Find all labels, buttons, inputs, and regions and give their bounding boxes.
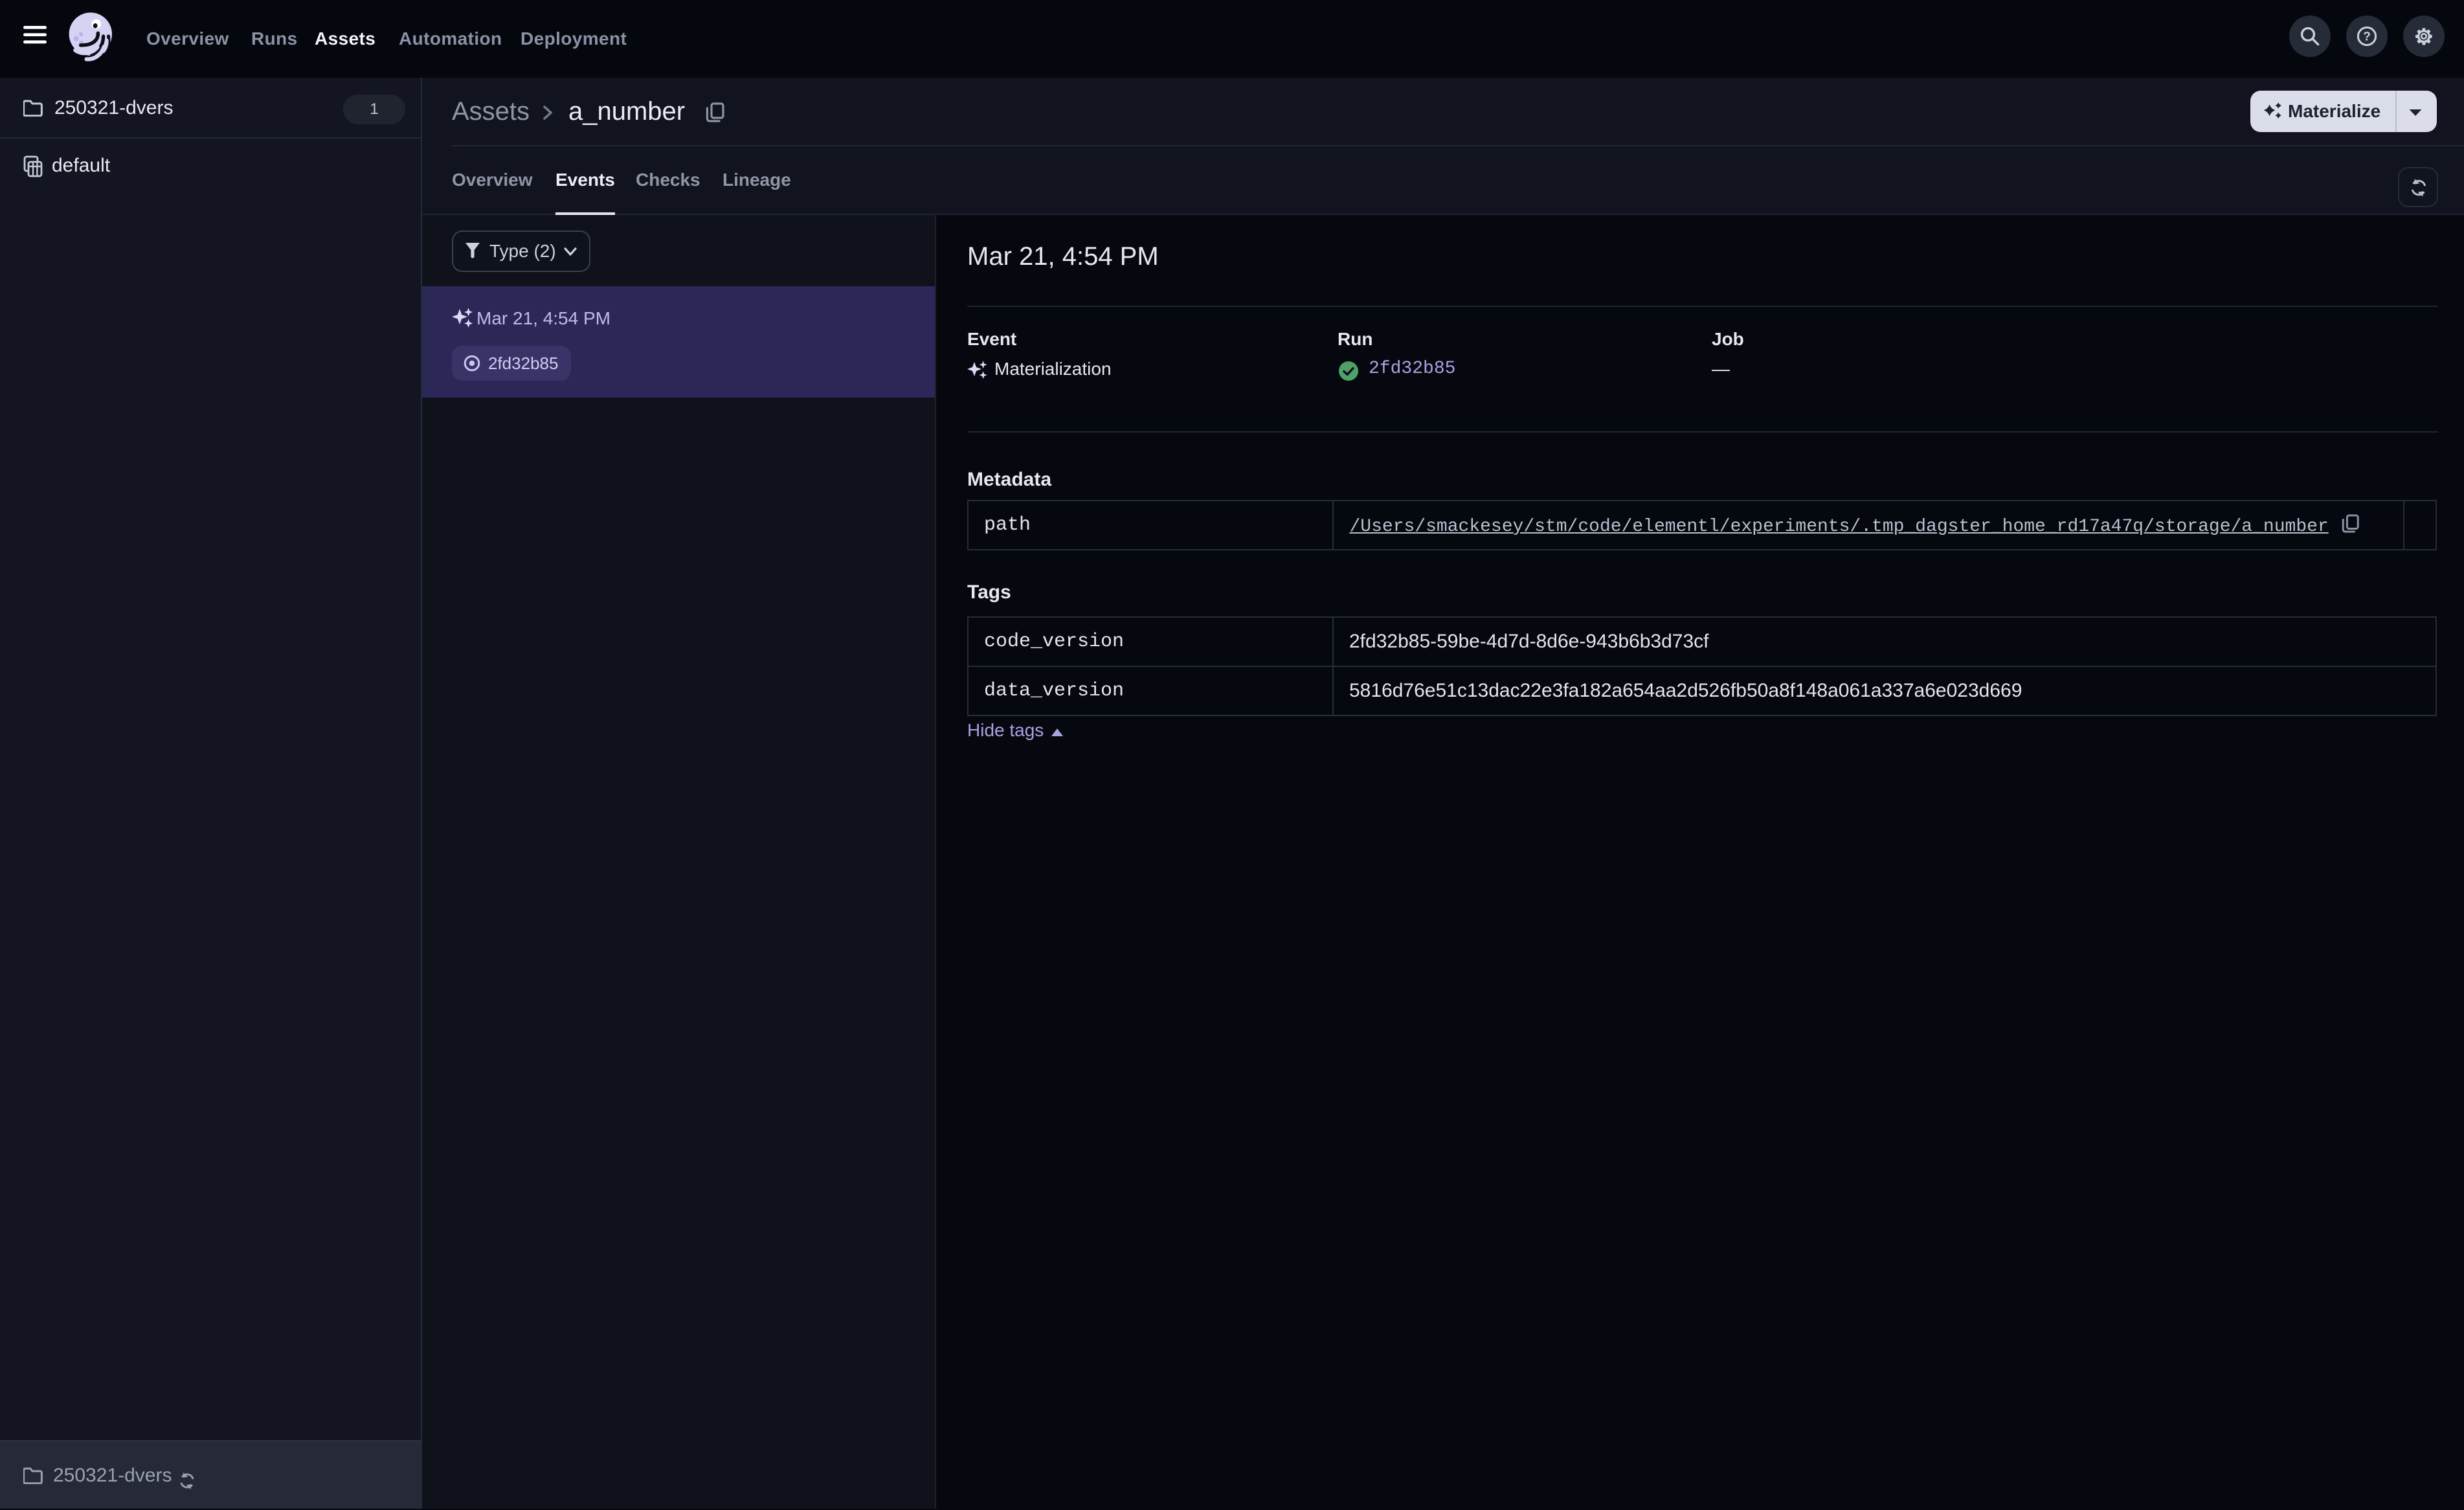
svg-text:?: ? [2363, 30, 2371, 43]
